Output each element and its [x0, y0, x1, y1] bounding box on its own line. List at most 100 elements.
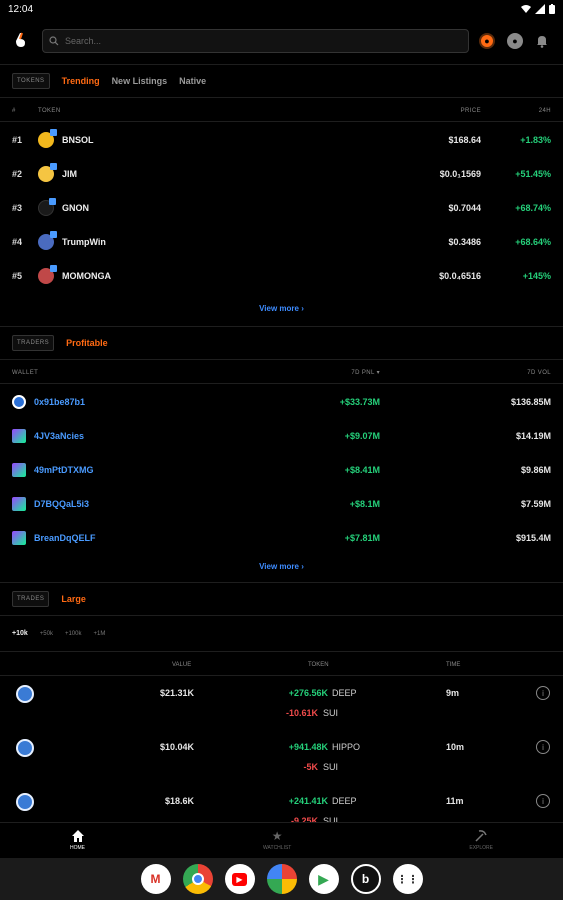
trade-row[interactable]: $21.31K +276.56K DEEP -10.61K SUI 9m i [0, 678, 563, 732]
filter-50k[interactable]: +50k [40, 631, 53, 637]
traders-tab-bar: TRADERS Profitable [0, 326, 563, 360]
wallet-cell: D7BQQaL5i3 [12, 497, 262, 511]
trader-row[interactable]: 0x91be87b1 +$33.73M $136.85M [0, 385, 563, 419]
trader-row[interactable]: BreanDqQELF +$7.81M $915.4M [0, 521, 563, 555]
trades-table-header: VALUE TOKEN TIME [0, 654, 563, 676]
wallet-address[interactable]: BreanDqQELF [34, 533, 96, 543]
token-change: +1.83% [520, 135, 551, 145]
trade-buy-symbol: DEEP [332, 688, 357, 698]
filter-100k[interactable]: +100k [65, 631, 82, 637]
wallet-address[interactable]: 49mPtDTXMG [34, 465, 94, 475]
info-icon[interactable]: i [536, 794, 550, 808]
sui-icon [16, 793, 34, 811]
photos-icon[interactable] [266, 864, 297, 894]
bell-icon[interactable] [535, 34, 549, 48]
tokens-tab-bar: TOKENS Trending New Listings Native [0, 64, 563, 98]
gmail-icon[interactable]: M [140, 864, 171, 894]
home-icon [71, 830, 84, 842]
signal-icon [535, 4, 545, 14]
tokens-view-more-link[interactable]: View more › [0, 304, 563, 313]
col-7d-pnl[interactable]: 7D PNL ▾ [262, 369, 380, 376]
filter-1m[interactable]: +1M [93, 631, 105, 637]
bottom-nav: HOME ★ WATCHLIST EXPLORE [0, 822, 563, 858]
token-price: $0.0₁1569 [439, 169, 481, 179]
filter-10k[interactable]: +10k [12, 630, 28, 637]
wallet-address[interactable]: D7BQQaL5i3 [34, 499, 89, 509]
info-icon[interactable]: i [536, 740, 550, 754]
chrome-icon[interactable] [182, 864, 213, 894]
token-avatar [38, 231, 57, 250]
top-bar: Search... ● ● [0, 26, 563, 56]
wallet-chain-icon [12, 395, 26, 409]
trade-buy-amount: +241.41K [288, 796, 328, 806]
nav-watchlist[interactable]: ★ WATCHLIST [263, 823, 291, 858]
nav-explore[interactable]: EXPLORE [469, 823, 493, 858]
status-bar: 12:04 [0, 0, 563, 18]
token-row[interactable]: #3 GNON $0.7044 +68.74% [0, 191, 563, 225]
token-price: $168.64 [448, 135, 481, 145]
token-change: +145% [522, 271, 551, 281]
trade-size-filters: +10k +50k +100k +1M [0, 616, 563, 652]
trade-row[interactable]: $10.04K +941.48K HIPPO -5K SUI 10m i [0, 732, 563, 786]
tab-trending[interactable]: Trending [62, 76, 100, 86]
trade-value: $21.31K [159, 688, 194, 698]
token-name: JIM [62, 169, 78, 179]
wallet-address[interactable]: 4JV3aNcies [34, 431, 84, 441]
trade-buy-amount: +941.48K [288, 742, 328, 752]
col-rank: # [12, 107, 16, 114]
trade-sell-symbol: SUI [323, 762, 339, 772]
solana-icon [12, 429, 26, 443]
trader-vol: $14.19M [515, 431, 551, 441]
token-avatar [38, 129, 57, 148]
tokens-pill: TOKENS [12, 73, 50, 89]
app-drawer-icon[interactable]: ⋮⋮ [392, 864, 423, 894]
token-row[interactable]: #5 MOMONGA $0.0₄6516 +145% [0, 259, 563, 293]
trade-value: $18.6K [164, 796, 194, 806]
wallet-address[interactable]: 0x91be87b1 [34, 397, 85, 407]
play-store-icon[interactable]: ▶ [308, 864, 339, 894]
trades-pill: TRADES [12, 591, 50, 607]
tab-large[interactable]: Large [61, 594, 86, 604]
battery-icon [549, 4, 555, 14]
trade-time: 11m [446, 796, 464, 806]
traders-view-more-link[interactable]: View more › [0, 562, 563, 571]
wallet-cell: 4JV3aNcies [12, 429, 262, 443]
tab-profitable[interactable]: Profitable [66, 338, 108, 348]
token-row[interactable]: #4 TrumpWin $0.3486 +68.64% [0, 225, 563, 259]
trade-buy-symbol: HIPPO [332, 742, 361, 752]
col-price: PRICE [460, 107, 481, 114]
trader-vol: $915.4M [515, 533, 551, 543]
youtube-icon[interactable]: ▶ [224, 864, 255, 894]
app-shortcut-icon[interactable]: b [350, 864, 381, 894]
status-time: 12:04 [8, 3, 34, 15]
token-change: +51.45% [515, 169, 551, 179]
network-icon[interactable]: ● [479, 33, 495, 49]
token-rank: #5 [12, 271, 23, 281]
col-7d-vol: 7D VOL [527, 369, 551, 376]
token-name: TrumpWin [62, 237, 106, 247]
status-icons [521, 4, 555, 14]
col-token: TOKEN [308, 662, 329, 668]
wallet-cell: 0x91be87b1 [12, 395, 262, 409]
token-row[interactable]: #1 BNSOL $168.64 +1.83% [0, 123, 563, 157]
tab-native[interactable]: Native [179, 76, 206, 86]
token-price: $0.0₄6516 [439, 271, 481, 281]
trader-row[interactable]: 4JV3aNcies +$9.07M $14.19M [0, 419, 563, 453]
nav-home[interactable]: HOME [70, 823, 85, 858]
trader-row[interactable]: 49mPtDTXMG +$8.41M $9.86M [0, 453, 563, 487]
search-input[interactable]: Search... [65, 36, 101, 46]
info-icon[interactable]: i [536, 686, 550, 700]
app-dock: M ▶ ▶ b ⋮⋮ [0, 858, 563, 900]
col-24h: 24H [538, 107, 551, 114]
trade-buy-amount: +276.56K [288, 688, 328, 698]
trader-pnl: +$9.07M [344, 431, 380, 441]
trader-row[interactable]: D7BQQaL5i3 +$8.1M $7.59M [0, 487, 563, 521]
search-bar[interactable]: Search... [42, 29, 469, 53]
trade-sell-symbol: SUI [323, 708, 339, 718]
col-token: TOKEN [38, 107, 61, 114]
app-logo[interactable] [8, 29, 32, 53]
token-row[interactable]: #2 JIM $0.0₁1569 +51.45% [0, 157, 563, 191]
col-time: TIME [446, 662, 461, 668]
tab-new-listings[interactable]: New Listings [112, 76, 168, 86]
profile-icon[interactable]: ● [507, 33, 523, 49]
